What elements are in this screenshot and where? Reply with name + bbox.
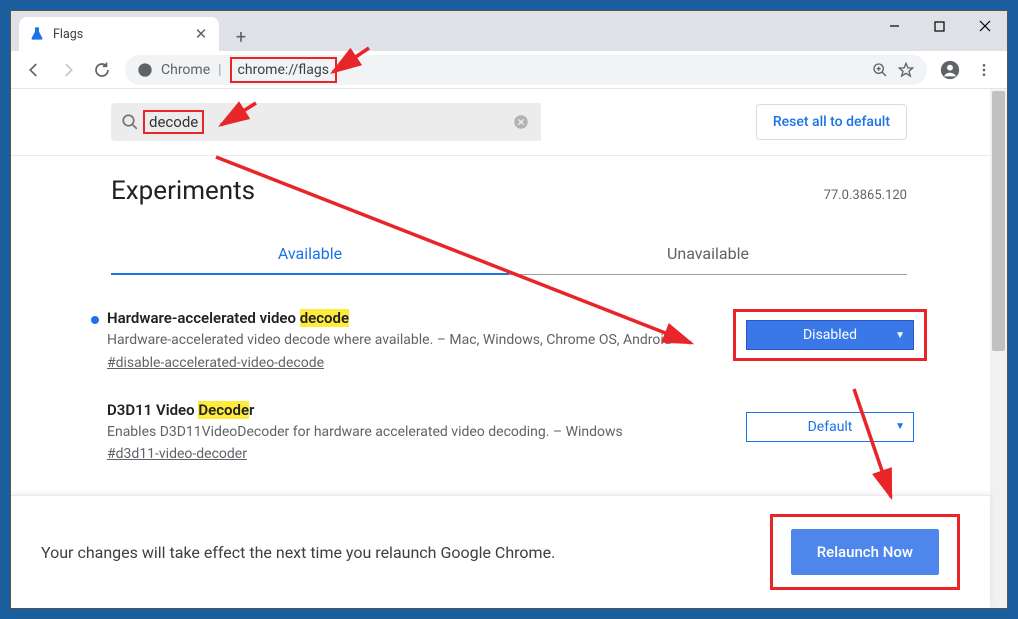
tab-unavailable[interactable]: Unavailable	[509, 234, 907, 275]
flag-title: D3D11 Video Decoder	[107, 401, 693, 419]
omnibox-url: chrome://flags	[238, 62, 329, 78]
scrollbar[interactable]	[990, 89, 1007, 608]
forward-button[interactable]	[53, 55, 83, 85]
relaunch-bar: Your changes will take effect the next t…	[11, 495, 990, 608]
page-content: decode Reset all to default Experiments …	[11, 89, 1007, 608]
flag-row: D3D11 Video Decoder Enables D3D11VideoDe…	[91, 401, 927, 463]
search-icon	[121, 113, 141, 131]
new-tab-button[interactable]: +	[227, 23, 255, 51]
flag-state-select[interactable]: Default▼	[746, 412, 914, 442]
scrollbar-thumb[interactable]	[992, 91, 1005, 351]
chrome-icon	[137, 62, 153, 78]
flag-title: Hardware-accelerated video decode	[107, 309, 693, 327]
flag-row: Hardware-accelerated video decode Hardwa…	[91, 309, 927, 371]
tab-strip: Flags ✕ +	[11, 11, 1007, 51]
window-controls	[872, 11, 1007, 41]
tab-close-icon[interactable]: ✕	[193, 25, 209, 43]
omnibox-chip: Chrome	[161, 62, 210, 78]
reload-button[interactable]	[87, 55, 117, 85]
footer-message: Your changes will take effect the next t…	[41, 543, 555, 562]
menu-button[interactable]	[969, 55, 999, 85]
browser-toolbar: Chrome | chrome://flags	[11, 51, 1007, 89]
search-value-highlight: decode	[143, 110, 204, 134]
flag-description: Enables D3D11VideoDecoder for hardware a…	[107, 423, 693, 443]
relaunch-button[interactable]: Relaunch Now	[791, 529, 939, 575]
url-highlight: chrome://flags	[230, 57, 337, 83]
browser-tab[interactable]: Flags ✕	[19, 17, 219, 51]
chrome-version: 77.0.3865.120	[824, 188, 907, 203]
chrome-window: Flags ✕ + Chrome | chrome://flags	[10, 10, 1008, 609]
relaunch-highlight: Relaunch Now	[770, 514, 960, 590]
page-title: Experiments	[111, 176, 255, 206]
flag-state-select[interactable]: Disabled▼	[746, 320, 914, 350]
minimize-button[interactable]	[872, 11, 917, 41]
modified-dot-icon	[91, 316, 99, 324]
flag-hash-link[interactable]: #d3d11-video-decoder	[107, 446, 693, 462]
flag-hash-link[interactable]: #disable-accelerated-video-decode	[107, 355, 693, 371]
profile-button[interactable]	[935, 55, 965, 85]
tab-available[interactable]: Available	[111, 234, 509, 275]
maximize-button[interactable]	[917, 11, 962, 41]
select-highlight: Disabled▼	[733, 309, 927, 361]
address-bar[interactable]: Chrome | chrome://flags	[125, 55, 927, 85]
back-button[interactable]	[19, 55, 49, 85]
clear-search-icon[interactable]	[511, 112, 531, 132]
flag-description: Hardware-accelerated video decode where …	[107, 331, 693, 351]
chevron-down-icon: ▼	[895, 421, 905, 432]
tab-title: Flags	[53, 27, 185, 42]
search-value: decode	[149, 113, 198, 131]
flask-icon	[29, 26, 45, 42]
star-icon[interactable]	[897, 61, 915, 79]
search-flags-input[interactable]: decode	[111, 103, 541, 141]
reset-all-button[interactable]: Reset all to default	[756, 104, 907, 140]
zoom-icon[interactable]	[871, 61, 889, 79]
close-button[interactable]	[962, 11, 1007, 41]
chevron-down-icon: ▼	[895, 330, 905, 341]
